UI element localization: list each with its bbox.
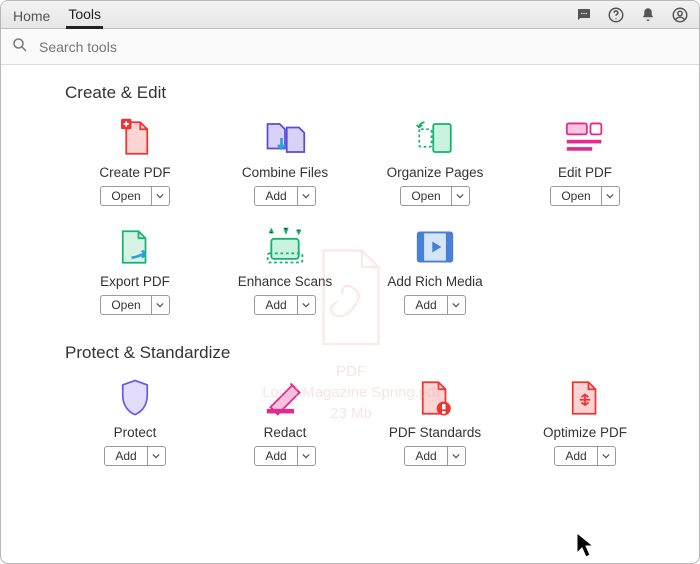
tool-action-button[interactable]: Add: [404, 446, 447, 466]
organize-pages-icon: [411, 115, 459, 161]
tool-label: Optimize PDF: [543, 425, 627, 440]
grid-protect-standardize: Protect Add Redact Add: [65, 375, 679, 466]
tool-action-dropdown[interactable]: [298, 186, 316, 206]
tool-action-dropdown[interactable]: [598, 446, 616, 466]
tool-label: PDF Standards: [389, 425, 481, 440]
titlebar: Home Tools: [1, 1, 699, 29]
search-input[interactable]: [37, 38, 689, 56]
tool-action-dropdown[interactable]: [298, 446, 316, 466]
tool-label: Redact: [264, 425, 307, 440]
tool-pdf-standards[interactable]: PDF Standards Add: [365, 375, 505, 466]
tool-label: Create PDF: [99, 165, 170, 180]
combine-files-icon: [261, 115, 309, 161]
section-create-edit: Create & Edit: [65, 83, 679, 103]
protect-icon: [111, 375, 159, 421]
optimize-pdf-icon: [561, 375, 609, 421]
help-icon[interactable]: [607, 6, 625, 24]
create-pdf-icon: [111, 115, 159, 161]
tool-enhance-scans[interactable]: Enhance Scans Add: [215, 224, 355, 315]
tool-label: Organize Pages: [387, 165, 484, 180]
edit-pdf-icon: [561, 115, 609, 161]
tool-action-button[interactable]: Open: [100, 186, 151, 206]
tool-label: Export PDF: [100, 274, 170, 289]
pdf-standards-icon: [411, 375, 459, 421]
tool-action-button[interactable]: Add: [104, 446, 147, 466]
tool-action-dropdown[interactable]: [602, 186, 620, 206]
search-bar: [1, 29, 699, 65]
profile-icon[interactable]: [671, 6, 689, 24]
tool-action-button[interactable]: Open: [550, 186, 601, 206]
section-protect-standardize: Protect & Standardize: [65, 343, 679, 363]
chat-icon[interactable]: [575, 6, 593, 24]
tool-action-dropdown[interactable]: [452, 186, 470, 206]
add-rich-media-icon: [411, 224, 459, 270]
tool-action-button[interactable]: Open: [100, 295, 151, 315]
tool-organize-pages[interactable]: Organize Pages Open: [365, 115, 505, 206]
app-window: Home Tools: [0, 0, 700, 564]
tool-action-button[interactable]: Add: [554, 446, 597, 466]
tool-redact[interactable]: Redact Add: [215, 375, 355, 466]
tab-home[interactable]: Home: [11, 4, 52, 28]
tool-create-pdf[interactable]: Create PDF Open: [65, 115, 205, 206]
tool-label: Combine Files: [242, 165, 328, 180]
bell-icon[interactable]: [639, 6, 657, 24]
view-tabs: Home Tools: [11, 1, 103, 28]
tool-label: Protect: [114, 425, 157, 440]
export-pdf-icon: [111, 224, 159, 270]
tool-action-dropdown[interactable]: [298, 295, 316, 315]
tab-tools[interactable]: Tools: [66, 2, 103, 29]
tool-add-rich-media[interactable]: Add Rich Media Add: [365, 224, 505, 315]
tool-action-button[interactable]: Add: [254, 186, 297, 206]
tool-optimize-pdf[interactable]: Optimize PDF Add: [515, 375, 655, 466]
tool-edit-pdf[interactable]: Edit PDF Open: [515, 115, 655, 206]
tool-action-dropdown[interactable]: [152, 186, 170, 206]
tool-action-button[interactable]: Open: [400, 186, 451, 206]
enhance-scans-icon: [261, 224, 309, 270]
search-icon: [11, 36, 29, 57]
tool-label: Enhance Scans: [238, 274, 333, 289]
tool-action-dropdown[interactable]: [448, 295, 466, 315]
grid-create-edit: Create PDF Open Combine Files Add: [65, 115, 679, 315]
tools-panel: PDF Local Magazine Spring.pdf 23 Mb Crea…: [1, 65, 699, 563]
tool-action-dropdown[interactable]: [448, 446, 466, 466]
redact-icon: [261, 375, 309, 421]
tool-action-button[interactable]: Add: [254, 295, 297, 315]
tool-action-dropdown[interactable]: [152, 295, 170, 315]
tool-export-pdf[interactable]: Export PDF Open: [65, 224, 205, 315]
tool-combine-files[interactable]: Combine Files Add: [215, 115, 355, 206]
tool-action-dropdown[interactable]: [148, 446, 166, 466]
mouse-cursor: [575, 531, 597, 562]
tool-action-button[interactable]: Add: [254, 446, 297, 466]
tool-label: Add Rich Media: [387, 274, 482, 289]
tool-action-button[interactable]: Add: [404, 295, 447, 315]
tool-label: Edit PDF: [558, 165, 612, 180]
tool-protect[interactable]: Protect Add: [65, 375, 205, 466]
